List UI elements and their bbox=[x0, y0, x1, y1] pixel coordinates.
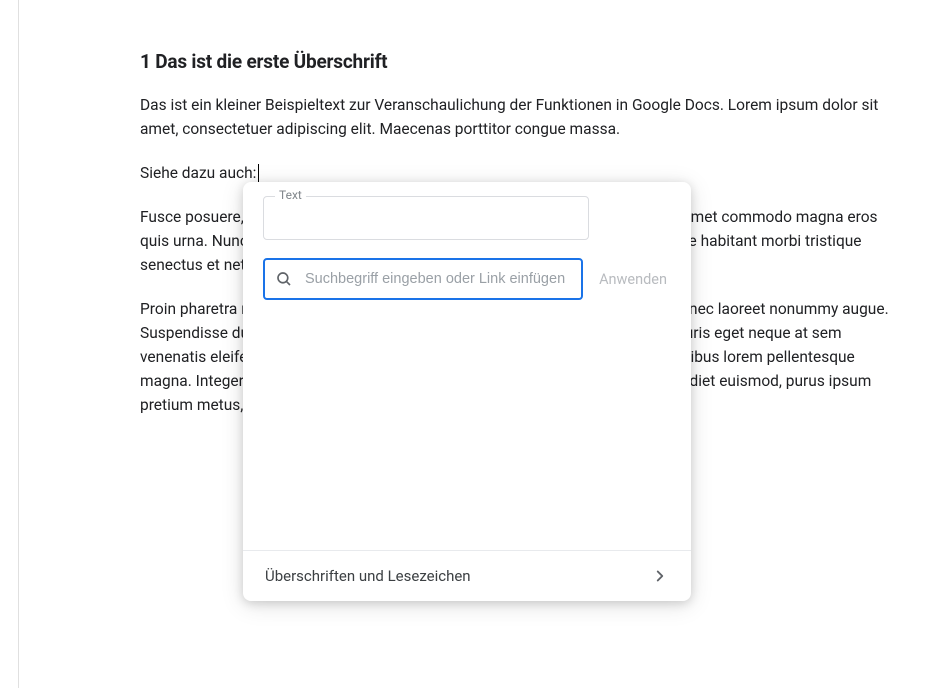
search-field-wrapper bbox=[263, 258, 583, 300]
text-field-wrapper: Text bbox=[263, 196, 671, 240]
link-search-input[interactable] bbox=[263, 258, 583, 300]
footer-label: Überschriften und Lesezeichen bbox=[265, 567, 471, 585]
paragraph-1[interactable]: Das ist ein kleiner Beispieltext zur Ver… bbox=[140, 93, 910, 141]
dialog-body: Text Anwenden bbox=[243, 182, 691, 300]
apply-button[interactable]: Anwenden bbox=[595, 263, 671, 296]
paragraph-2-text: Siehe dazu auch: bbox=[140, 164, 256, 182]
heading-1[interactable]: 1 Das ist die erste Überschrift bbox=[140, 50, 910, 73]
dialog-spacer bbox=[243, 310, 691, 550]
insert-link-dialog: Text Anwenden Überschriften und Lesezeic… bbox=[243, 182, 691, 601]
page-edge bbox=[18, 0, 19, 688]
text-field-label: Text bbox=[275, 188, 306, 202]
headings-bookmarks-row[interactable]: Überschriften und Lesezeichen bbox=[243, 550, 691, 601]
chevron-right-icon bbox=[651, 567, 669, 585]
search-row: Anwenden bbox=[263, 258, 671, 300]
link-text-input[interactable] bbox=[263, 196, 589, 240]
search-icon bbox=[275, 270, 293, 288]
text-cursor bbox=[258, 164, 259, 182]
